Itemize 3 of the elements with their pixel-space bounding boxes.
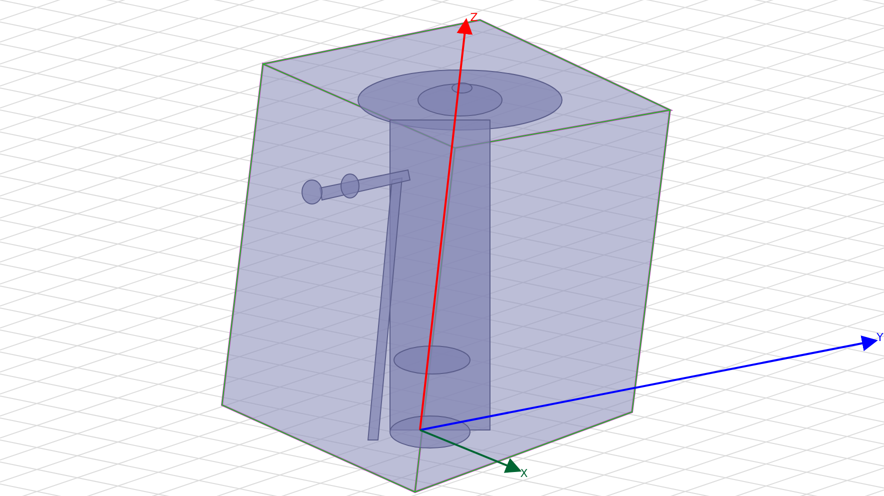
axis-label: X: [520, 467, 528, 480]
axis-label: Y: [876, 331, 884, 344]
axis-label: Z: [470, 11, 478, 24]
